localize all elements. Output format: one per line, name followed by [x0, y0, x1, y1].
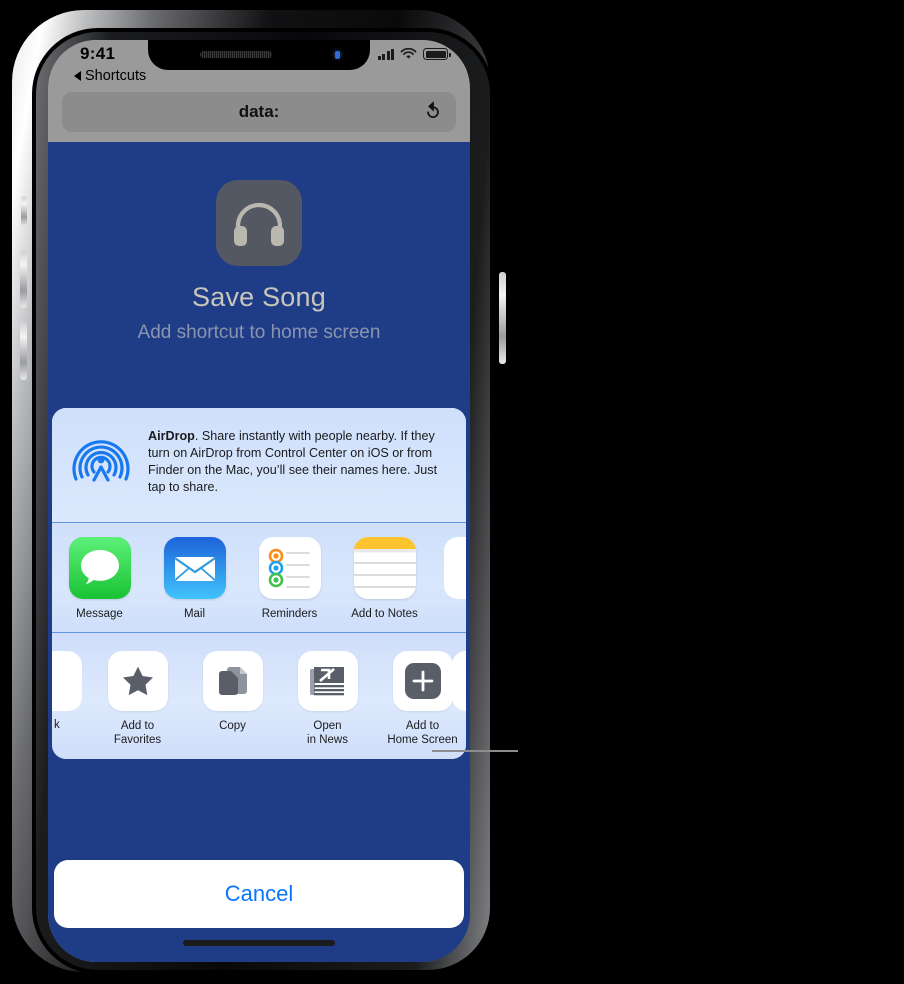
action-partial-right[interactable] — [452, 651, 466, 712]
share-app-row[interactable]: Message Mail Reminders Add to Notes — [52, 523, 466, 632]
share-target-message[interactable]: Message — [52, 537, 147, 622]
share-action-row[interactable]: k Add to Favorites Copy Open in News Add… — [52, 633, 466, 760]
phone-screen: 9:41 Shortcuts data: Save Song Add short… — [48, 40, 470, 962]
battery-icon — [423, 48, 451, 60]
callout-line-add-to-home-screen — [432, 750, 518, 752]
action-add-to-favorites[interactable]: Add to Favorites — [90, 651, 185, 747]
action-label: Open in News — [307, 720, 348, 747]
phone-frame: 9:41 Shortcuts data: Save Song Add short… — [12, 10, 506, 974]
screenshot-stage: 9:41 Shortcuts data: Save Song Add short… — [0, 0, 904, 984]
airdrop-title: AirDrop — [148, 429, 195, 443]
address-bar[interactable]: data: — [62, 92, 456, 132]
star-icon — [107, 651, 168, 712]
mute-switch[interactable] — [21, 196, 27, 226]
notes-icon — [353, 537, 416, 599]
action-label: Add to Home Screen — [387, 720, 458, 747]
address-value: data: — [238, 102, 280, 121]
cancel-button[interactable]: Cancel — [54, 860, 464, 928]
headphones-icon — [216, 180, 302, 266]
back-to-shortcuts-link[interactable]: Shortcuts — [74, 68, 146, 84]
volume-up-button[interactable] — [20, 250, 27, 308]
earpiece-speaker-icon — [200, 51, 272, 58]
share-target-label: Reminders — [261, 608, 318, 620]
home-indicator[interactable] — [183, 940, 335, 946]
reload-icon[interactable] — [422, 101, 444, 123]
copy-icon — [202, 651, 263, 712]
status-indicators — [377, 48, 451, 60]
messages-icon — [68, 537, 131, 599]
triangle-left-icon — [74, 71, 81, 81]
power-button[interactable] — [499, 272, 506, 364]
plus-square-icon — [392, 651, 453, 712]
news-icon — [297, 651, 358, 712]
action-partial-left-label: k — [54, 719, 60, 732]
mail-icon — [163, 537, 226, 599]
reminders-icon — [258, 537, 321, 599]
screen-content: 9:41 Shortcuts data: Save Song Add short… — [48, 40, 470, 962]
share-target-label: Mail — [183, 608, 206, 620]
status-time: 9:41 — [80, 44, 116, 63]
share-target-partial-right[interactable] — [444, 537, 466, 599]
action-open-in-news[interactable]: Open in News — [280, 651, 375, 747]
back-link-label: Shortcuts — [85, 68, 147, 84]
airdrop-description: AirDrop. Share instantly with people nea… — [148, 428, 452, 496]
share-target-notes[interactable]: Add to Notes — [337, 537, 432, 622]
share-target-label: Message — [76, 608, 123, 620]
wifi-icon — [400, 48, 417, 59]
volume-down-button[interactable] — [20, 322, 27, 380]
action-partial-left[interactable] — [52, 651, 82, 712]
share-target-reminders[interactable]: Reminders — [242, 537, 337, 622]
notch — [148, 40, 370, 70]
page-subtitle: Add shortcut to home screen — [137, 322, 381, 343]
action-label: Add to Favorites — [113, 720, 162, 747]
action-label: Copy — [219, 720, 246, 733]
cellular-bars-icon — [377, 48, 394, 60]
page-title: Save Song — [192, 282, 326, 312]
action-copy[interactable]: Copy — [185, 651, 280, 733]
share-sheet: AirDrop. Share instantly with people nea… — [52, 408, 466, 760]
share-target-label: Add to Notes — [351, 608, 418, 620]
front-camera-icon — [331, 48, 344, 61]
airdrop-section[interactable]: AirDrop. Share instantly with people nea… — [52, 408, 466, 522]
share-target-mail[interactable]: Mail — [147, 537, 242, 622]
airdrop-icon — [72, 440, 130, 482]
